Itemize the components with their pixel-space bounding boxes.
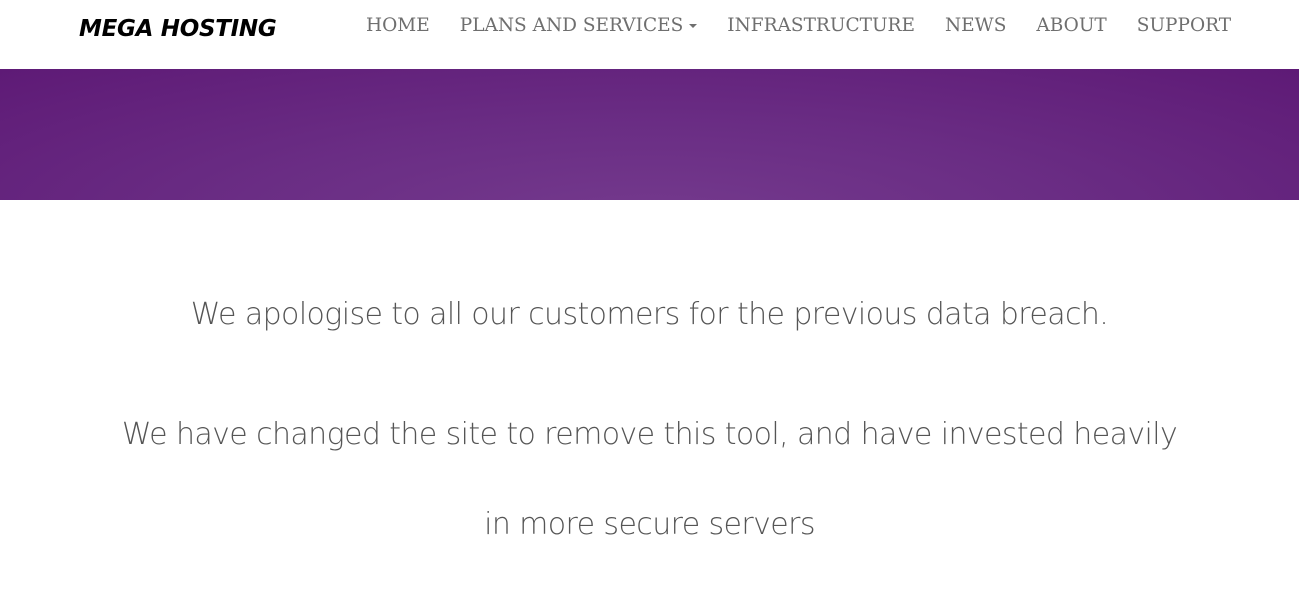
nav-plans-label: PLANS AND SERVICES	[459, 15, 684, 36]
hero-banner	[0, 69, 1299, 200]
main-nav: HOME PLANS AND SERVICES INFRASTRUCTURE N…	[351, 13, 1246, 39]
nav-news-label: NEWS	[944, 15, 1007, 36]
nav-news[interactable]: NEWS	[930, 13, 1021, 39]
nav-plans-and-services-dropdown[interactable]: PLANS AND SERVICES	[445, 13, 713, 39]
navbar: MEGA HOSTING HOME PLANS AND SERVICES INF…	[0, 0, 1299, 69]
apology-message: We apologise to all our customers for th…	[190, 297, 1109, 332]
nav-about-label: ABOUT	[1036, 15, 1107, 36]
update-message-line-1: We have changed the site to remove this …	[121, 417, 1178, 452]
nav-infrastructure-label: INFRASTRUCTURE	[727, 15, 915, 36]
brand-logo[interactable]: MEGA HOSTING	[79, 16, 277, 42]
nav-infrastructure[interactable]: INFRASTRUCTURE	[712, 13, 930, 39]
nav-home[interactable]: HOME	[351, 13, 445, 39]
nav-support-label: SUPPORT	[1136, 15, 1232, 36]
update-message-line-2: in more secure servers	[484, 507, 815, 542]
nav-support[interactable]: SUPPORT	[1122, 13, 1246, 39]
nav-about[interactable]: ABOUT	[1021, 13, 1121, 39]
nav-home-label: HOME	[366, 15, 430, 36]
caret-down-icon	[689, 24, 698, 28]
